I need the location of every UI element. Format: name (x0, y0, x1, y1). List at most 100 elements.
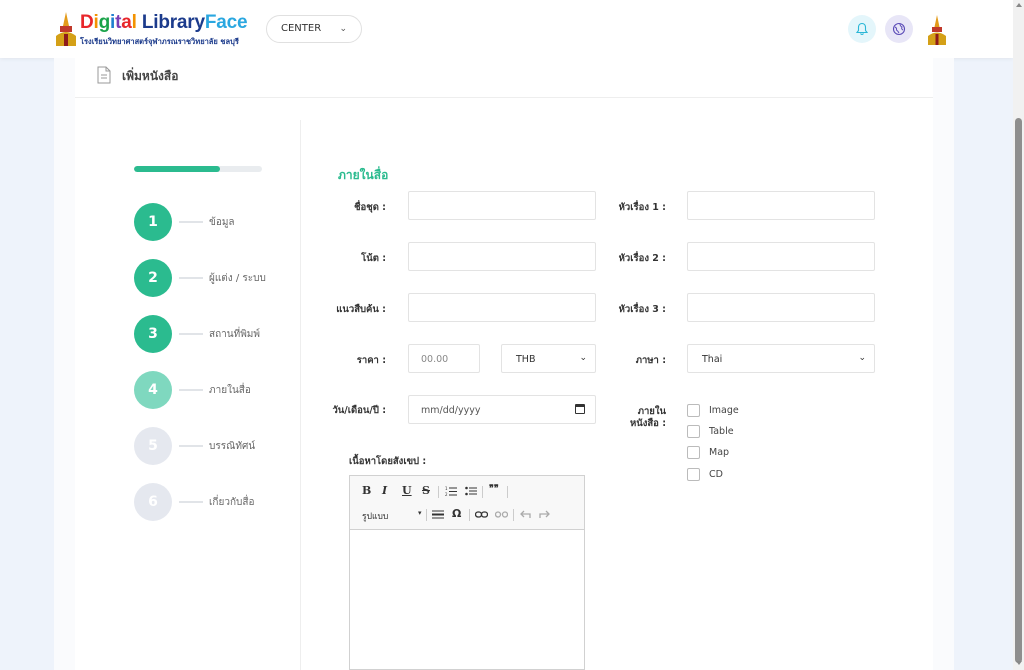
step-connector (179, 501, 203, 503)
horizontal-line-icon[interactable] (432, 509, 444, 520)
scroll-down-arrow-icon[interactable] (1016, 661, 1022, 665)
series-input[interactable] (408, 191, 596, 220)
step-connector (179, 333, 203, 335)
step-label: ผู้แต่ง / ระบบ (209, 273, 266, 284)
currency-select[interactable]: THB ⌄ (501, 344, 596, 373)
step-number: 6 (134, 483, 172, 521)
step-number: 2 (134, 259, 172, 297)
price-placeholder: 00.00 (421, 354, 449, 365)
note-input[interactable] (408, 242, 596, 271)
page-scrollbar[interactable] (1013, 0, 1024, 670)
bold-button[interactable]: B (362, 484, 371, 497)
top-bar: Digital LibraryFace โรงเรียนวิทยาศาสตร์จ… (0, 0, 1013, 58)
subject3-input[interactable] (687, 293, 875, 322)
series-label: ชื่อชุด : (354, 202, 386, 213)
step-number: 3 (134, 315, 172, 353)
language-select-value: Thai (702, 354, 723, 365)
currency-select-value: THB (516, 354, 536, 365)
checkbox-label: Map (709, 447, 730, 458)
card-header (75, 58, 933, 98)
page-title: เพิ่มหนังสือ (122, 69, 179, 83)
summary-editor[interactable]: B I U S 12 ❞❞ รูปแบบ ▾ Ω (349, 475, 585, 670)
step-2[interactable]: 2 ผู้แต่ง / ระบบ (134, 259, 274, 297)
special-char-button[interactable]: Ω (452, 507, 461, 520)
app-logo-subtitle: โรงเรียนวิทยาศาสตร์จุฬาภรณราชวิทยาลัย ชล… (80, 37, 239, 46)
step-connector (179, 277, 203, 279)
bullet-list-icon[interactable] (465, 486, 477, 497)
step-4[interactable]: 4 ภายในสื่อ (134, 371, 274, 409)
format-combo-value: รูปแบบ (362, 512, 389, 522)
redo-icon[interactable] (539, 510, 550, 519)
step-3[interactable]: 3 สถานที่พิมพ์ (134, 315, 274, 353)
notification-button[interactable] (848, 15, 876, 43)
subject2-label: หัวเรื่อง 2 : (618, 253, 666, 264)
step-number: 5 (134, 427, 172, 465)
app-logo-title[interactable]: Digital LibraryFace (80, 12, 248, 34)
summary-label: เนื้อหาโดยสังเขป : (349, 456, 427, 467)
step-connector (179, 221, 203, 223)
center-select-value: CENTER (281, 23, 322, 34)
step-connector (179, 445, 203, 447)
search-guide-input[interactable] (408, 293, 596, 322)
step-1[interactable]: 1 ข้อมูล (134, 203, 274, 241)
toolbar-separator (482, 486, 483, 498)
language-button[interactable] (885, 15, 913, 43)
underline-button[interactable]: U (402, 484, 412, 497)
user-avatar[interactable] (927, 15, 947, 45)
blockquote-button[interactable]: ❞❞ (489, 484, 499, 494)
step-label: ข้อมูล (209, 217, 235, 228)
center-select[interactable]: CENTER ⌄ (266, 15, 362, 43)
language-select[interactable]: Thai ⌄ (687, 344, 875, 373)
svg-text:1: 1 (445, 486, 448, 491)
note-label: โน้ต : (361, 253, 386, 264)
caret-down-icon: ▾ (418, 509, 422, 517)
step-label: ภายในสื่อ (209, 385, 251, 396)
checkbox-box[interactable] (687, 446, 700, 459)
chevron-down-icon: ⌄ (339, 24, 347, 34)
checkbox-box[interactable] (687, 468, 700, 481)
stepper-divider (300, 120, 301, 670)
subject1-label: หัวเรื่อง 1 : (618, 202, 666, 213)
step-5[interactable]: 5 บรรณิทัศน์ (134, 427, 274, 465)
price-input[interactable]: 00.00 (408, 344, 480, 373)
editor-content-area[interactable] (350, 531, 584, 669)
inside-book-label-line2: หนังสือ : (629, 418, 666, 429)
checkbox-label: Table (709, 426, 734, 437)
language-label: ภาษา : (635, 355, 666, 366)
calendar-icon[interactable] (575, 404, 585, 414)
step-label: เกี่ยวกับสื่อ (209, 497, 255, 508)
step-progress-fill (134, 166, 220, 172)
checkbox-box[interactable] (687, 404, 700, 417)
unlink-icon[interactable] (495, 510, 508, 519)
editor-toolbar: B I U S 12 ❞❞ รูปแบบ ▾ Ω (350, 476, 584, 530)
undo-icon[interactable] (520, 510, 531, 519)
svg-text:2: 2 (445, 492, 448, 497)
subject1-input[interactable] (687, 191, 875, 220)
toolbar-separator (426, 509, 427, 521)
school-logo-icon[interactable] (54, 12, 78, 46)
chevron-down-icon: ⌄ (579, 353, 587, 363)
subject2-input[interactable] (687, 242, 875, 271)
step-number: 1 (134, 203, 172, 241)
date-input[interactable]: mm/dd/yyyy (408, 395, 596, 424)
step-connector (179, 389, 203, 391)
numbered-list-icon[interactable]: 12 (445, 486, 457, 497)
scrollbar-thumb[interactable] (1015, 118, 1022, 663)
toolbar-separator (507, 486, 508, 498)
toolbar-separator (438, 486, 439, 498)
italic-button[interactable]: I (382, 484, 387, 497)
search-guide-label: แนวสืบค้น : (336, 304, 386, 315)
bell-icon (855, 22, 869, 36)
checkbox-box[interactable] (687, 425, 700, 438)
format-combo[interactable]: รูปแบบ ▾ (362, 509, 422, 523)
link-icon[interactable] (475, 510, 488, 519)
step-number: 4 (134, 371, 172, 409)
date-placeholder: mm/dd/yyyy (421, 405, 481, 416)
scroll-up-arrow-icon[interactable] (1016, 3, 1022, 7)
step-6[interactable]: 6 เกี่ยวกับสื่อ (134, 483, 274, 521)
section-title: ภายในสื่อ (338, 168, 389, 182)
step-label: บรรณิทัศน์ (209, 441, 256, 452)
strike-button[interactable]: S (422, 484, 430, 497)
step-label: สถานที่พิมพ์ (209, 329, 260, 340)
checkbox-label: CD (709, 469, 723, 480)
